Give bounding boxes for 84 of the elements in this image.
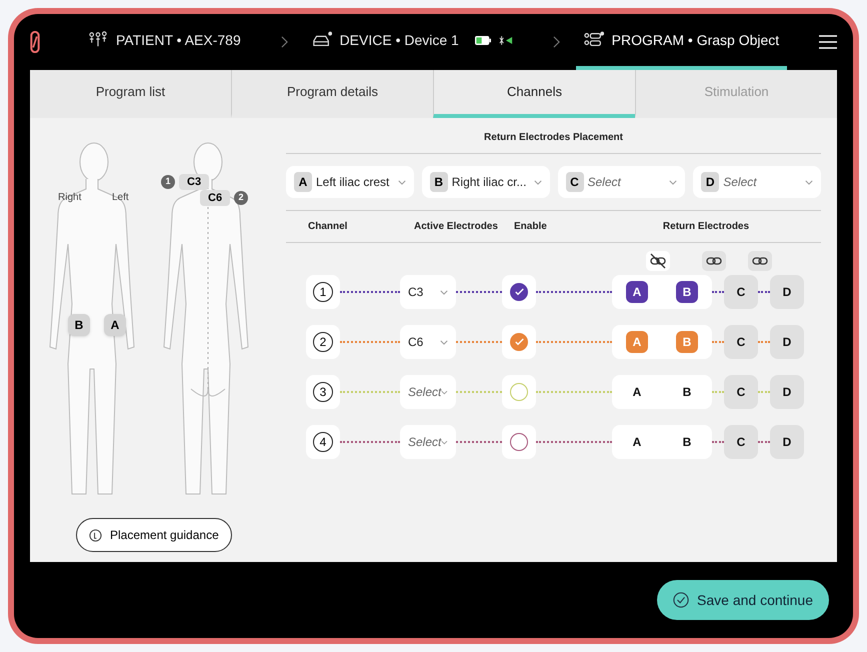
channel-number: 3 — [306, 375, 340, 409]
return-electrode[interactable]: C — [724, 375, 758, 409]
electrode-select[interactable]: A Left iliac crest — [286, 166, 414, 198]
column-header: Active Electrodes — [413, 220, 499, 234]
signal-icon — [498, 36, 513, 44]
active-electrode-select[interactable]: C3 — [400, 275, 456, 309]
return-electrode[interactable]: A — [626, 431, 648, 453]
link-icon[interactable] — [748, 251, 772, 271]
program-icon — [584, 31, 604, 49]
battery-icon — [474, 36, 491, 44]
caret-icon — [440, 340, 448, 344]
tab[interactable]: Channels — [433, 70, 635, 118]
enable-checkbox[interactable] — [510, 283, 528, 301]
select-placeholder: Select — [408, 384, 442, 401]
chevron-icon — [552, 36, 560, 48]
electrode-marker: A — [104, 314, 126, 336]
return-electrode[interactable]: B — [676, 381, 698, 403]
patient-icon — [88, 31, 108, 49]
chevron-icon — [280, 36, 288, 48]
channel-number: 1 — [306, 275, 340, 309]
save-and-continue-button[interactable]: Save and continue — [657, 580, 829, 620]
caret-icon — [398, 180, 406, 184]
select-placeholder: Select — [723, 174, 758, 191]
section-title: Return Electrodes Placement — [286, 130, 821, 154]
electrode-select[interactable]: B Right iliac cr... — [422, 166, 550, 198]
return-electrode[interactable]: C — [724, 325, 758, 359]
return-electrode[interactable]: B — [676, 431, 698, 453]
enable-checkbox[interactable] — [510, 433, 528, 451]
return-electrode[interactable]: C — [724, 275, 758, 309]
electrode-select[interactable]: D Select — [693, 166, 821, 198]
channel-number: 2 — [306, 325, 340, 359]
active-electrode-select[interactable]: Select — [400, 375, 456, 409]
placement-guidance-button[interactable]: Placement guidance — [76, 518, 232, 552]
breadcrumb-item[interactable]: DEVICE • Device 1 — [304, 14, 521, 70]
logo-icon — [30, 31, 40, 53]
menu-icon — [819, 35, 837, 49]
number-badge: 1 — [161, 175, 175, 189]
select-value: C6 — [408, 334, 424, 351]
letter-badge: A — [294, 172, 312, 192]
letter-badge: B — [430, 172, 448, 192]
number-badge: 2 — [234, 191, 248, 205]
side-label: Right — [58, 191, 82, 205]
caret-icon — [534, 180, 542, 184]
return-electrode[interactable]: A — [626, 381, 648, 403]
caret-icon — [440, 290, 448, 294]
letter-badge: D — [701, 172, 720, 192]
caret-icon — [669, 180, 678, 184]
return-electrode[interactable]: D — [770, 425, 804, 459]
select-value: Left iliac crest — [316, 174, 390, 191]
letter-badge: C — [566, 172, 584, 192]
return-electrode[interactable]: B — [676, 281, 698, 303]
device-icon — [312, 31, 332, 49]
active-electrode-select[interactable]: C6 — [400, 325, 456, 359]
channel-number: 4 — [306, 425, 340, 459]
select-value: C3 — [408, 284, 424, 301]
return-electrode[interactable]: C — [724, 425, 758, 459]
return-electrode[interactable]: D — [770, 275, 804, 309]
side-label: Left — [112, 191, 129, 205]
return-electrode[interactable]: D — [770, 325, 804, 359]
breadcrumb-item[interactable]: PATIENT • AEX-789 — [80, 14, 249, 70]
caret-icon — [441, 440, 448, 444]
column-header: Return Electrodes — [662, 220, 750, 234]
active-electrode-select[interactable]: Select — [400, 425, 456, 459]
info-icon — [89, 528, 102, 542]
check-icon — [514, 288, 524, 296]
tab[interactable]: Program list — [30, 70, 231, 118]
enable-checkbox[interactable] — [510, 333, 528, 351]
return-electrode[interactable]: A — [626, 281, 648, 303]
unlink-icon[interactable] — [646, 251, 670, 271]
caret-icon — [805, 180, 813, 184]
electrode-select[interactable]: C Select — [558, 166, 686, 198]
check-circle-icon — [673, 592, 690, 608]
select-placeholder: Select — [588, 174, 622, 191]
electrode-marker: B — [68, 314, 90, 336]
column-header: Channel — [307, 220, 348, 234]
electrode-label: C3 — [179, 174, 210, 190]
select-placeholder: Select — [408, 434, 442, 451]
return-electrode[interactable]: D — [770, 375, 804, 409]
check-icon — [514, 338, 524, 346]
caret-icon — [441, 390, 448, 394]
electrode-label: C6 — [200, 190, 230, 206]
column-header: Enable — [513, 220, 548, 234]
link-icon[interactable] — [702, 251, 726, 271]
select-value: Right iliac cr... — [452, 174, 528, 191]
